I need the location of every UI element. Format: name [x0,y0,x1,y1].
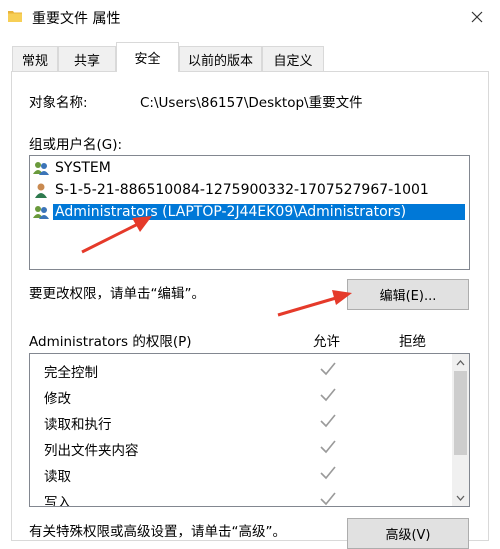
object-name-label: 对象名称: [29,95,88,111]
groups-listbox[interactable]: SYSTEM S-1-5-21-886510084-1275900332-170… [29,155,470,270]
scroll-up-button[interactable] [452,354,469,371]
tab-customize[interactable]: 自定义 [262,46,324,71]
permissions-listbox[interactable]: 完全控制 修改 读取和执行 列出文件夹内容 读取 写入 [29,353,470,507]
user-icon [35,183,47,198]
security-panel: 对象名称: C:\Users\86157\Desktop\重要文件 组或用户名(… [11,71,489,549]
user-name: SYSTEM [55,160,111,176]
deny-header: 拒绝 [399,334,426,350]
user-name: S-1-5-21-886510084-1275900332-1707527967… [55,182,429,198]
folder-icon [8,11,22,22]
group-icon [33,206,49,219]
edit-hint: 要更改权限，请单击“编辑”。 [29,286,205,302]
list-item-system[interactable]: SYSTEM [32,157,113,179]
object-name-value: C:\Users\86157\Desktop\重要文件 [140,95,363,111]
permission-name: 列出文件夹内容 [44,443,139,459]
checkmark-icon [320,414,336,428]
checkmark-icon [320,388,336,402]
edit-button[interactable]: 编辑(E)... [347,279,469,310]
tab-previous-versions[interactable]: 以前的版本 [179,46,262,71]
permission-name: 写入 [44,495,71,507]
user-name: Administrators (LAPTOP-2J44EK09\Administ… [53,204,465,220]
list-item-administrators[interactable]: Administrators (LAPTOP-2J44EK09\Administ… [32,201,465,223]
close-button[interactable] [454,0,500,34]
permission-row: 读取和执行 [30,409,450,435]
groups-label: 组或用户名(G): [29,137,123,153]
allow-header: 允许 [313,334,340,350]
advanced-button[interactable]: 高级(V) [347,518,469,549]
permissions-scrollbar[interactable] [452,354,469,506]
permissions-label: Administrators 的权限(P) [29,334,192,350]
scroll-down-button[interactable] [452,489,469,506]
window-title: 重要文件 属性 [32,11,121,27]
permission-row: 读取 [30,461,450,487]
chevron-down-icon [456,495,465,501]
title-bar: 重要文件 属性 [0,0,500,34]
checkmark-icon [320,362,336,376]
tab-sharing[interactable]: 共享 [58,46,116,71]
permission-row: 完全控制 [30,357,450,383]
advanced-hint: 有关特殊权限或高级设置，请单击“高级”。 [29,524,286,540]
permission-name: 修改 [44,391,71,407]
checkmark-icon [320,492,336,506]
permission-name: 读取和执行 [44,417,112,433]
close-icon [471,11,483,23]
permission-name: 读取 [44,469,71,485]
checkmark-icon [320,440,336,454]
permission-name: 完全控制 [44,365,98,381]
group-icon [33,162,49,175]
tab-security[interactable]: 安全 [116,42,179,72]
checkmark-icon [320,466,336,480]
permission-row: 列出文件夹内容 [30,435,450,461]
permission-row: 修改 [30,383,450,409]
chevron-up-icon [456,359,465,365]
tab-strip: 常规 共享 安全 以前的版本 自定义 [0,42,500,72]
list-item-user-sid[interactable]: S-1-5-21-886510084-1275900332-1707527967… [32,179,431,201]
scroll-thumb[interactable] [454,371,467,455]
permission-row: 写入 [30,487,450,507]
tab-general[interactable]: 常规 [12,46,58,71]
